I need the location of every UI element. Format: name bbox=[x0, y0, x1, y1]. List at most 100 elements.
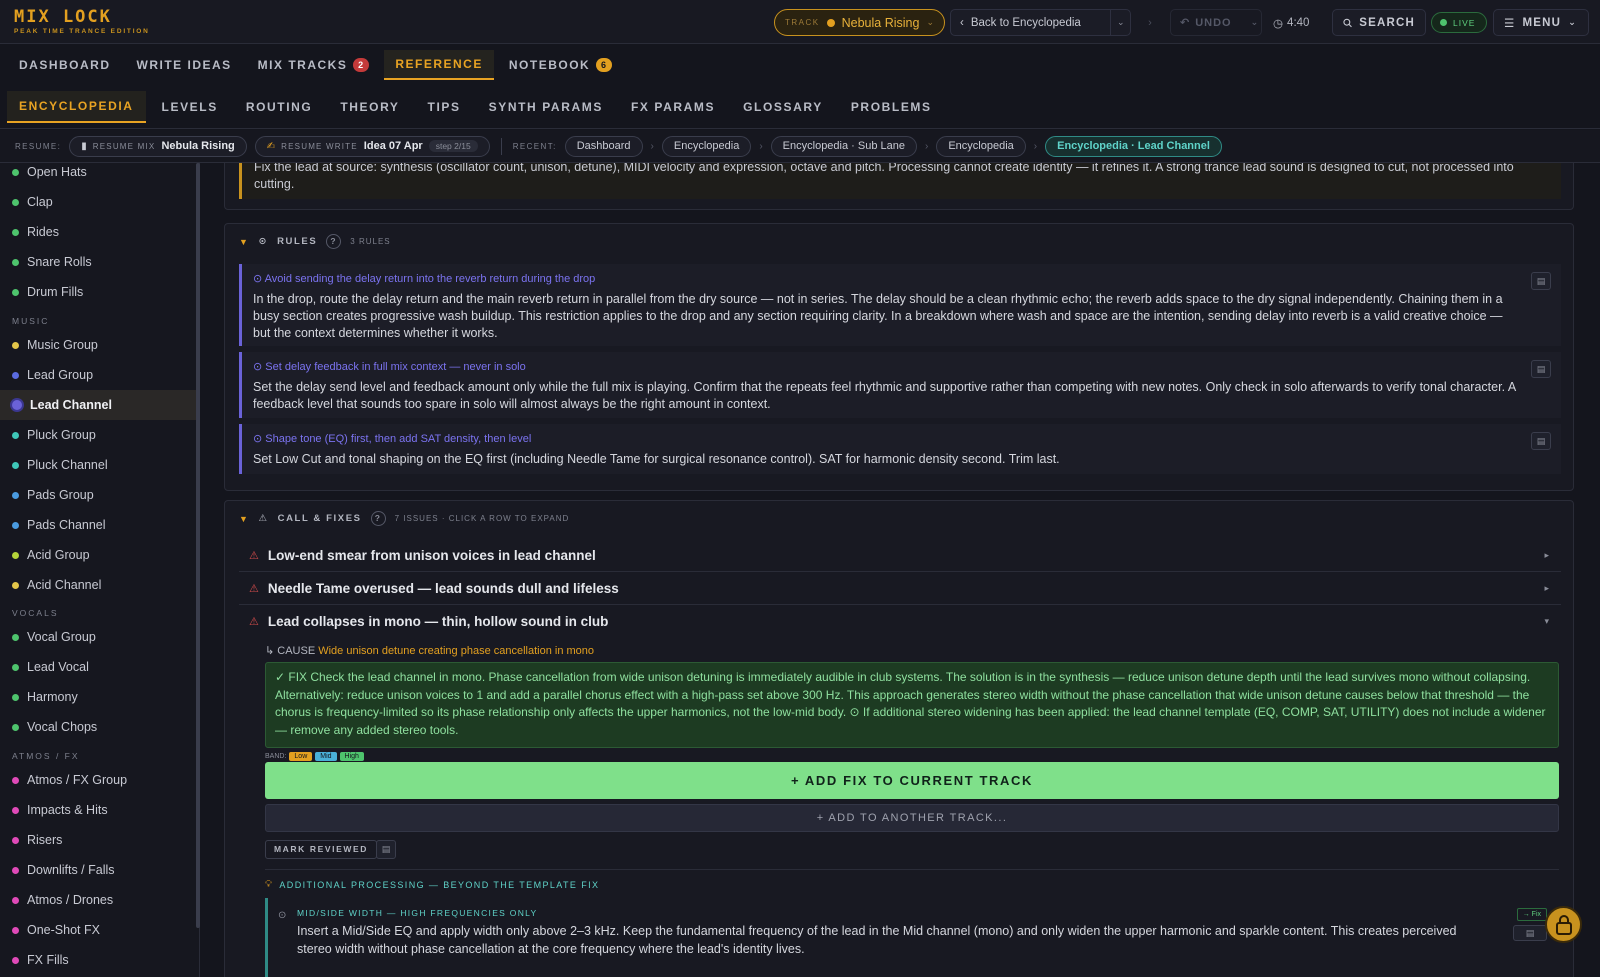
sidebar-item-acid-group[interactable]: Acid Group bbox=[0, 540, 196, 570]
rule-card: ⊙ Avoid sending the delay return into th… bbox=[239, 264, 1561, 346]
rule-title[interactable]: ⊙ Shape tone (EQ) first, then add SAT de… bbox=[253, 432, 1521, 445]
sidebar-item-lead-vocal[interactable]: Lead Vocal bbox=[0, 652, 196, 682]
channel-dot-icon bbox=[12, 461, 19, 469]
sidebar-item-harmony[interactable]: Harmony bbox=[0, 682, 196, 712]
forward-icon[interactable]: › bbox=[1140, 9, 1160, 36]
sidebar-item-pads-channel[interactable]: Pads Channel bbox=[0, 510, 196, 540]
help-icon[interactable]: ? bbox=[326, 234, 342, 249]
calls-header[interactable]: ▼ ⚠ CALL & FIXES ? 7 ISSUES · CLICK A RO… bbox=[239, 511, 569, 526]
sidebar-item-atmos-drones[interactable]: Atmos / Drones bbox=[0, 885, 196, 915]
sidebar-item-lead-channel[interactable]: Lead Channel bbox=[0, 390, 196, 420]
sidebar-item-label: Lead Group bbox=[27, 368, 94, 382]
recent-chip[interactable]: Encyclopedia · Sub Lane bbox=[770, 135, 917, 157]
history-dropdown-icon[interactable]: ⌄ bbox=[1117, 17, 1125, 28]
primary-nav: DASHBOARD WRITE IDEAS MIX TRACKS 2 REFERE… bbox=[0, 44, 1600, 85]
resume-mix-chip[interactable]: ▮ RESUME MIX Nebula Rising bbox=[69, 135, 247, 157]
sidebar-item-music-group[interactable]: Music Group bbox=[0, 330, 196, 360]
sidebar-item-label: Vocal Group bbox=[27, 630, 96, 644]
channel-dot-icon bbox=[12, 836, 19, 844]
sidebar-item-rides[interactable]: Rides bbox=[0, 217, 196, 247]
rule-body: Set Low Cut and tonal shaping on the EQ … bbox=[253, 452, 1060, 466]
tab-mix-tracks[interactable]: MIX TRACKS 2 bbox=[247, 51, 381, 79]
subtab-fx-params[interactable]: FX PARAMS bbox=[619, 92, 727, 122]
sidebar-item-pluck-group[interactable]: Pluck Group bbox=[0, 420, 196, 450]
back-to-encyclopedia-button[interactable]: ‹ Back to Encyclopedia ⌄ bbox=[950, 9, 1131, 36]
sidebar-item-vocal-chops[interactable]: Vocal Chops bbox=[0, 712, 196, 742]
sidebar-item-label: Atmos / FX Group bbox=[27, 773, 128, 787]
sidebar-item-vocal-group[interactable]: Vocal Group bbox=[0, 622, 196, 652]
app-logo[interactable]: MIX LOCK PEAK TIME TRANCE EDITION bbox=[14, 9, 150, 36]
channel-dot-icon bbox=[12, 926, 19, 934]
sidebar-item-lead-group[interactable]: Lead Group bbox=[0, 360, 196, 390]
subtab-synth-params[interactable]: SYNTH PARAMS bbox=[477, 92, 615, 122]
sidebar-item-acid-channel[interactable]: Acid Channel bbox=[0, 570, 196, 600]
sidebar-item-label: Rides bbox=[27, 225, 59, 239]
issue-row[interactable]: ⚠ Low-end smear from unison voices in le… bbox=[239, 539, 1561, 572]
sidebar-item-pads-group[interactable]: Pads Group bbox=[0, 480, 196, 510]
sidebar-scrollbar[interactable] bbox=[196, 163, 200, 928]
resume-write-chip[interactable]: ✍ RESUME WRITE Idea 07 Apr step 2/15 bbox=[254, 135, 490, 157]
copy-icon[interactable]: ▤ bbox=[376, 840, 396, 859]
crumb-separator-icon: › bbox=[924, 140, 929, 152]
tab-notebook[interactable]: NOTEBOOK 6 bbox=[498, 51, 623, 79]
sidebar-item-open-hats[interactable]: Open Hats bbox=[0, 163, 196, 187]
issue-row-expanded[interactable]: ⚠ Lead collapses in mono — thin, hollow … bbox=[239, 605, 1561, 638]
sidebar-item-fx-fills[interactable]: FX Fills bbox=[0, 945, 196, 975]
section-heading-vocals: VOCALS bbox=[12, 608, 59, 618]
add-to-another-track-button[interactable]: + ADD TO ANOTHER TRACK... bbox=[265, 804, 1559, 832]
subtab-theory[interactable]: THEORY bbox=[328, 92, 411, 122]
sidebar-item-atmos-fx-group[interactable]: Atmos / FX Group bbox=[0, 765, 196, 795]
subtab-glossary[interactable]: GLOSSARY bbox=[731, 92, 835, 122]
recent-chip[interactable]: Encyclopedia bbox=[936, 135, 1026, 157]
recent-chip-current[interactable]: Encyclopedia · Lead Channel bbox=[1045, 135, 1222, 157]
rule-title[interactable]: ⊙ Set delay feedback in full mix context… bbox=[253, 360, 1521, 373]
mark-reviewed-button[interactable]: MARK REVIEWED bbox=[265, 840, 377, 859]
subtab-routing[interactable]: ROUTING bbox=[234, 92, 325, 122]
sidebar-item-drum-fills[interactable]: Drum Fills bbox=[0, 277, 196, 307]
help-icon[interactable]: ? bbox=[370, 511, 386, 526]
subtab-tips[interactable]: TIPS bbox=[416, 92, 473, 122]
copy-icon[interactable]: ▤ bbox=[1513, 925, 1547, 941]
additional-processing-heading: 💡︎ ADDITIONAL PROCESSING — BEYOND THE TE… bbox=[265, 879, 599, 890]
channel-dot-icon bbox=[12, 806, 19, 814]
subtab-problems[interactable]: PROBLEMS bbox=[839, 92, 944, 122]
sidebar-item-pluck-channel[interactable]: Pluck Channel bbox=[0, 450, 196, 480]
track-label: TRACK bbox=[785, 18, 820, 27]
copy-icon[interactable]: ▤ bbox=[1531, 272, 1551, 290]
copy-icon[interactable]: ▤ bbox=[1531, 432, 1551, 450]
to-fix-button[interactable]: → Fix bbox=[1516, 908, 1547, 921]
tab-write-ideas[interactable]: WRITE IDEAS bbox=[126, 51, 243, 79]
sidebar-item-risers[interactable]: Risers bbox=[0, 825, 196, 855]
issue-row[interactable]: ⚠ Needle Tame overused — lead sounds dul… bbox=[239, 572, 1561, 605]
menu-button[interactable]: ☰ MENU ⌄ bbox=[1493, 9, 1589, 36]
divider bbox=[500, 137, 502, 155]
tab-reference[interactable]: REFERENCE bbox=[384, 49, 494, 80]
live-label: LIVE bbox=[1453, 17, 1476, 28]
rule-title[interactable]: ⊙ Avoid sending the delay return into th… bbox=[253, 272, 1521, 285]
tab-label: MIX TRACKS bbox=[257, 57, 348, 72]
track-selector[interactable]: TRACK Nebula Rising ⌄ bbox=[774, 9, 945, 36]
tab-dashboard[interactable]: DASHBOARD bbox=[8, 51, 122, 79]
sidebar-item-clap[interactable]: Clap bbox=[0, 187, 196, 217]
search-button[interactable]: SEARCH bbox=[1332, 9, 1426, 36]
copy-icon[interactable]: ▤ bbox=[1531, 360, 1551, 378]
rules-count: 3 RULES bbox=[350, 237, 391, 246]
warning-icon: ⚠ bbox=[249, 582, 259, 595]
rules-header[interactable]: ▼ ⊙ RULES ? 3 RULES bbox=[239, 234, 391, 249]
lock-icon[interactable] bbox=[1545, 906, 1582, 943]
undo-button[interactable]: ↶ UNDO ⌄ bbox=[1170, 9, 1262, 36]
sidebar-item-impacts-hits[interactable]: Impacts & Hits bbox=[0, 795, 196, 825]
step-indicator: step 2/15 bbox=[428, 140, 478, 152]
subtab-encyclopedia[interactable]: ENCYCLOPEDIA bbox=[7, 90, 146, 123]
chevron-down-icon: ⌄ bbox=[926, 17, 934, 27]
collapse-triangle-icon: ▼ bbox=[239, 236, 250, 247]
recent-chip[interactable]: Dashboard bbox=[564, 135, 643, 157]
live-indicator[interactable]: LIVE bbox=[1431, 12, 1487, 33]
channel-dot-icon bbox=[12, 866, 19, 874]
recent-chip[interactable]: Encyclopedia bbox=[661, 135, 752, 157]
subtab-levels[interactable]: LEVELS bbox=[150, 92, 230, 122]
add-fix-to-current-track-button[interactable]: + ADD FIX TO CURRENT TRACK bbox=[265, 762, 1559, 799]
sidebar-item-snare-rolls[interactable]: Snare Rolls bbox=[0, 247, 196, 277]
sidebar-item-downlifts[interactable]: Downlifts / Falls bbox=[0, 855, 196, 885]
sidebar-item-one-shot-fx[interactable]: One-Shot FX bbox=[0, 915, 196, 945]
